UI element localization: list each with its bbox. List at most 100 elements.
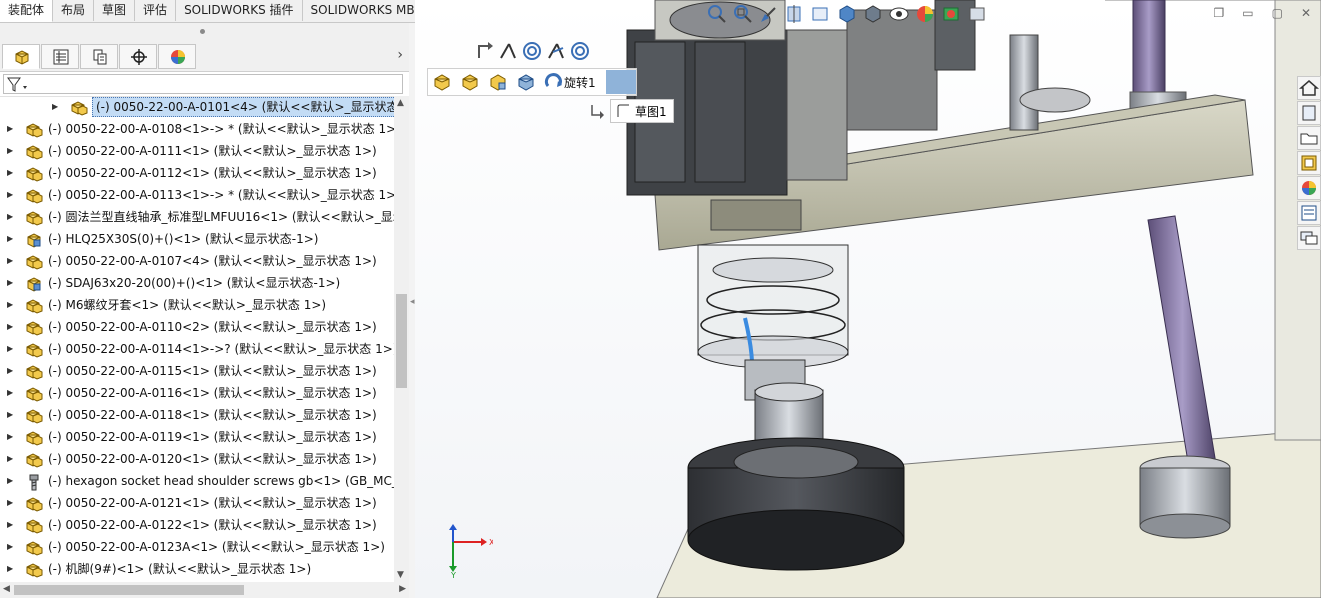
expand-arrow-icon[interactable]: ▶ [7, 316, 13, 338]
command-tab[interactable]: 布局 [53, 0, 95, 21]
arrow-pointer-icon[interactable] [475, 40, 495, 62]
concentric-mate-icon[interactable] [521, 40, 543, 62]
appearances-tab[interactable] [1297, 176, 1321, 200]
tree-item[interactable]: ▶ (-) 0050-22-00-A-0112<1> (默认<<默认>_显示状态 … [0, 162, 394, 184]
breadcrumb-feature[interactable]: 旋转1 [540, 70, 606, 94]
expand-arrow-icon[interactable]: ▶ [7, 382, 13, 404]
expand-arrow-icon[interactable]: ▶ [7, 404, 13, 426]
command-tab[interactable]: SOLIDWORKS MBD [303, 0, 433, 21]
scroll-left-icon[interactable]: ◀ [3, 584, 10, 594]
tree-item[interactable]: ▶ (-) 圆法兰型直线轴承_标准型LMFUU16<1> (默认<<默认>_显示 [0, 206, 394, 228]
expand-arrow-icon[interactable]: ▶ [7, 184, 13, 206]
breadcrumb-end-face[interactable] [605, 70, 636, 94]
breadcrumb-feature-label[interactable]: 旋转1 [564, 74, 602, 91]
breadcrumb-subassembly[interactable] [456, 70, 484, 94]
maximize-icon[interactable]: ▢ [1272, 6, 1283, 20]
hide-show-items-icon[interactable] [887, 2, 911, 26]
horizontal-scroll-thumb[interactable] [14, 585, 244, 595]
tree-item[interactable]: ▶ (-) 机脚(9#)<1> (默认<<默认>_显示状态 1>) [0, 558, 394, 580]
tree-item[interactable]: ▶ (-) HLQ25X30S(0)+()<1> (默认<显示状态-1>) [0, 228, 394, 250]
expand-arrow-icon[interactable]: ▶ [7, 558, 13, 580]
tree-item[interactable]: ▶ (-) 0050-22-00-A-0122<1> (默认<<默认>_显示状态 … [0, 514, 394, 536]
expand-arrow-icon[interactable]: ▶ [7, 272, 13, 294]
expand-arrow-icon[interactable]: ▶ [52, 96, 58, 118]
expand-arrow-icon[interactable]: ▶ [7, 206, 13, 228]
display-manager-tab[interactable] [158, 44, 196, 69]
panel-collapse-strip[interactable] [0, 23, 409, 41]
minimize-icon[interactable]: ▭ [1242, 6, 1253, 20]
dynamic-annotation-icon[interactable] [809, 2, 833, 26]
breadcrumb-sketch-label[interactable]: 草图1 [635, 103, 667, 120]
graphics-area[interactable]: ❐ ▭ ▢ ✕ 旋转1 草图1 X Y [415, 0, 1321, 598]
expand-arrow-icon[interactable]: ▶ [7, 140, 13, 162]
collapse-dot-icon[interactable] [200, 29, 205, 34]
breadcrumb-sketch[interactable]: 草图1 [610, 99, 674, 123]
apply-scene-icon[interactable] [939, 2, 963, 26]
view-settings-icon[interactable] [965, 2, 989, 26]
tree-item[interactable]: ▶ (-) 0050-22-00-A-0108<1>-> * (默认<<默认>_显… [0, 118, 394, 140]
vertical-scroll-thumb[interactable] [396, 294, 407, 388]
view-orientation-icon[interactable] [835, 2, 859, 26]
expand-arrow-icon[interactable]: ▶ [7, 470, 13, 492]
display-style-icon[interactable] [861, 2, 885, 26]
tree-item[interactable]: ▶ (-) 0050-22-00-A-0110<2> (默认<<默认>_显示状态 … [0, 316, 394, 338]
expand-arrow-icon[interactable]: ▶ [7, 426, 13, 448]
breadcrumb-component[interactable] [484, 70, 512, 94]
tree-item[interactable]: ▶ (-) 0050-22-00-A-0115<1> (默认<<默认>_显示状态 … [0, 360, 394, 382]
file-explorer-tab[interactable] [1297, 126, 1321, 150]
command-tab[interactable]: SOLIDWORKS 插件 [176, 0, 303, 21]
tree-item[interactable]: ▶ (-) SDAJ63x20-20(00)+()<1> (默认<显示状态-1>) [0, 272, 394, 294]
tree-item[interactable]: ▶ (-) 0050-22-00-A-0121<1> (默认<<默认>_显示状态 … [0, 492, 394, 514]
design-library-tab[interactable] [1297, 101, 1321, 125]
dimxpert-manager-tab[interactable] [119, 44, 157, 69]
smart-mate-icon[interactable] [497, 40, 519, 62]
expand-arrow-icon[interactable]: ▶ [7, 448, 13, 470]
expand-arrow-icon[interactable]: ▶ [7, 250, 13, 272]
tree-item[interactable]: ▶ (-) 0050-22-00-A-0111<1> (默认<<默认>_显示状态 … [0, 140, 394, 162]
tree-item[interactable]: ▶ (-) 0050-22-00-A-0118<1> (默认<<默认>_显示状态 … [0, 404, 394, 426]
command-tab[interactable]: 草图 [94, 0, 136, 21]
property-manager-tab[interactable] [41, 44, 79, 69]
expand-arrow-icon[interactable]: ▶ [7, 118, 13, 140]
expand-arrow-icon[interactable]: ▶ [7, 228, 13, 250]
tangent-mate-icon[interactable] [569, 40, 591, 62]
close-icon[interactable]: ✕ [1301, 6, 1311, 20]
breadcrumb-assembly-root[interactable] [428, 70, 456, 94]
view-palette-tab[interactable] [1297, 151, 1321, 175]
scroll-right-icon[interactable]: ▶ [399, 584, 406, 594]
restore-icon[interactable]: ❐ [1213, 6, 1224, 20]
tree-item[interactable]: ▶ (-) 0050-22-00-A-0113<1>-> * (默认<<默认>_显… [0, 184, 394, 206]
breadcrumb-part[interactable] [512, 70, 540, 94]
tree-item[interactable]: ▶ (-) M6螺纹牙套<1> (默认<<默认>_显示状态 1>) [0, 294, 394, 316]
tabs-more-arrow[interactable]: › [397, 47, 403, 63]
tree-horizontal-scrollbar[interactable]: ◀ ▶ [0, 582, 409, 598]
zoom-to-fit-icon[interactable] [705, 2, 729, 26]
tree-item[interactable]: ▶ (-) hexagon socket head shoulder screws… [0, 470, 394, 492]
forum-tab[interactable] [1297, 226, 1321, 250]
tree-item[interactable]: ▶ (-) 0050-22-00-A-0123A<1> (默认<<默认>_显示状态… [0, 536, 394, 558]
scroll-up-icon[interactable]: ▲ [397, 98, 404, 108]
solidworks-resources-tab[interactable] [1297, 76, 1321, 100]
angle-mate-icon[interactable] [545, 40, 567, 62]
feature-manager-tree-tab[interactable] [2, 44, 40, 69]
tree-item[interactable]: ▶ (-) 0050-22-00-A-0119<1> (默认<<默认>_显示状态 … [0, 426, 394, 448]
tree-vertical-scrollbar[interactable]: ▲ ▼ [394, 96, 409, 582]
tree-item[interactable]: ▶ (-) 0050-22-00-A-0114<1>->? (默认<<默认>_显示… [0, 338, 394, 360]
edit-appearance-icon[interactable] [913, 2, 937, 26]
custom-properties-tab[interactable] [1297, 201, 1321, 225]
tree-filter-input[interactable] [3, 74, 403, 94]
scroll-down-icon[interactable]: ▼ [397, 570, 404, 580]
previous-view-icon[interactable] [757, 2, 781, 26]
expand-arrow-icon[interactable]: ▶ [7, 514, 13, 536]
expand-arrow-icon[interactable]: ▶ [7, 360, 13, 382]
tree-item[interactable]: ▶ (-) 0050-22-00-A-0107<4> (默认<<默认>_显示状态 … [0, 250, 394, 272]
expand-arrow-icon[interactable]: ▶ [7, 162, 13, 184]
tree-item[interactable]: ▶ (-) 0050-22-00-A-0116<1> (默认<<默认>_显示状态 … [0, 382, 394, 404]
configuration-manager-tab[interactable] [80, 44, 118, 69]
command-tab[interactable]: 评估 [135, 0, 177, 21]
expand-arrow-icon[interactable]: ▶ [7, 536, 13, 558]
expand-arrow-icon[interactable]: ▶ [7, 492, 13, 514]
expand-arrow-icon[interactable]: ▶ [7, 338, 13, 360]
command-tab[interactable]: 装配体 [0, 0, 54, 22]
zoom-to-area-icon[interactable] [731, 2, 755, 26]
